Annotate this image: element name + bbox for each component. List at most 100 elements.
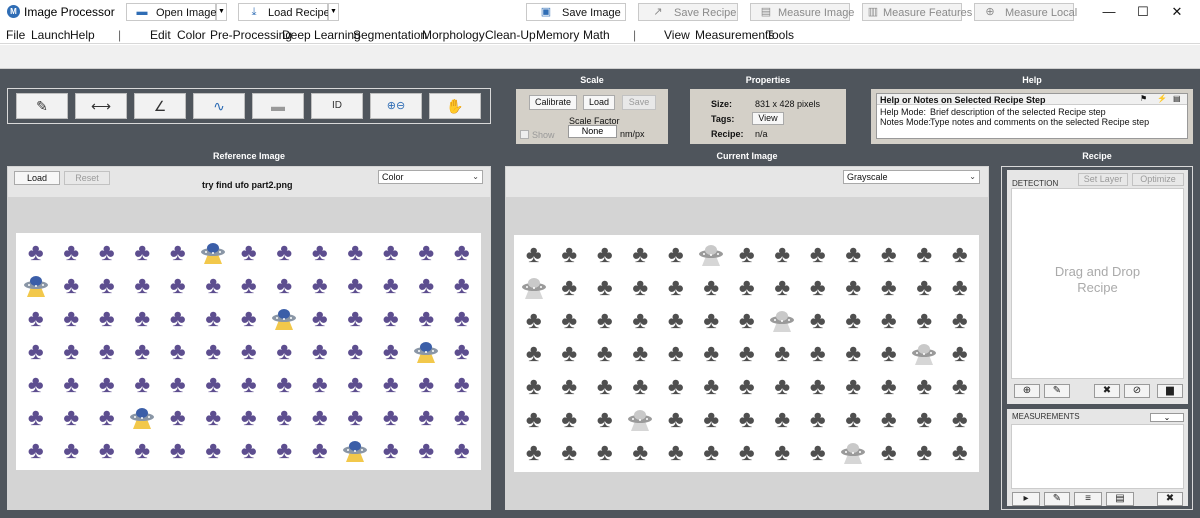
reference-image-canvas[interactable]: ♣ ♣ ♣ ♣ ♣ ♣ ♣ ♣ ♣ ♣ ♣ ♣ ♣ ♣ ♣ ♣ ♣ ♣ ♣ ♣ ♣ ♣ ♣ ♣ ♣ ♣ ♣ ♣ ♣ ♣ ♣ ♣ ♣ ♣ ♣ ♣ ♣ ♣ ♣ ♣… — [16, 233, 481, 470]
reference-color-value: Color — [382, 172, 404, 182]
club-icon: ♣ — [738, 438, 755, 466]
menu-file[interactable]: File — [6, 28, 25, 42]
ufo-icon — [409, 335, 445, 368]
club-icon: ♣ — [667, 240, 684, 268]
reference-reset-button[interactable]: Reset — [64, 171, 110, 185]
club-icon: ♣ — [382, 304, 399, 332]
angle-tool[interactable]: ∠ — [134, 93, 186, 119]
export-icon: ↗ — [653, 6, 663, 18]
current-mode-select[interactable]: Grayscale ⌄ — [843, 170, 980, 184]
menu-edit[interactable]: Edit — [150, 28, 171, 42]
menu-launch[interactable]: Launch — [31, 28, 70, 42]
club-icon: ♣ — [311, 271, 328, 299]
club-icon: ♣ — [703, 372, 720, 400]
club-icon: ♣ — [845, 405, 862, 433]
measurements-list[interactable] — [1011, 424, 1184, 489]
tags-view-button[interactable]: View — [752, 112, 784, 125]
club-icon: ♣ — [951, 339, 968, 367]
scale-load-button[interactable]: Load — [583, 95, 615, 110]
measure-image-button[interactable]: ▤ Measure Image — [750, 3, 854, 21]
save-recipe-button[interactable]: ↗ Save Recipe — [638, 3, 738, 21]
profile-tool[interactable]: ∿ — [193, 93, 245, 119]
scale-save-button[interactable]: Save — [622, 95, 656, 110]
optimize-button[interactable]: Optimize — [1132, 173, 1184, 186]
trash-button[interactable]: ▆ — [1157, 384, 1183, 398]
club-icon: ♣ — [561, 405, 578, 433]
club-icon: ♣ — [347, 271, 364, 299]
zoom-tool[interactable]: ⊕⊖ — [370, 93, 422, 119]
measurements-dropdown[interactable]: ⌄ — [1150, 413, 1184, 422]
menu-view[interactable]: View — [664, 28, 690, 42]
club-icon: ♣ — [418, 271, 435, 299]
help-title: Help or Notes on Selected Recipe Step — [880, 95, 1046, 105]
load-recipe-dropdown[interactable]: ▼ — [328, 3, 339, 21]
menu-math[interactable]: Math — [583, 28, 610, 42]
menu-morphology[interactable]: Morphology — [422, 28, 485, 42]
pan-tool[interactable]: ✋ — [429, 93, 481, 119]
menu-segmentation[interactable]: Segmentation — [353, 28, 427, 42]
delete-step-button[interactable]: ✖ — [1094, 384, 1120, 398]
properties-header: Properties — [745, 75, 791, 85]
club-icon: ♣ — [276, 271, 293, 299]
table-button[interactable]: ▤ — [1106, 492, 1134, 506]
club-icon: ♣ — [169, 403, 186, 431]
club-icon: ♣ — [382, 238, 399, 266]
menu-memory[interactable]: Memory — [536, 28, 579, 42]
current-image-canvas[interactable]: ♣ ♣ ♣ ♣ ♣ ♣ ♣ ♣ ♣ ♣ ♣ ♣ ♣ ♣ ♣ ♣ ♣ ♣ ♣ ♣ ♣ ♣ ♣ ♣ ♣ ♣ ♣ ♣ ♣ ♣ ♣ ♣ ♣ ♣ ♣ ♣ ♣ ♣ ♣ ♣… — [514, 235, 979, 472]
menu-pre-processing[interactable]: Pre-Processing — [210, 28, 292, 42]
menu-clean-up[interactable]: Clean-Up — [485, 28, 536, 42]
drop-placeholder: Drag and Drop Recipe — [1011, 264, 1184, 296]
menu-color[interactable]: Color — [177, 28, 206, 42]
list-button[interactable]: ≡ — [1074, 492, 1102, 506]
club-icon: ♣ — [453, 370, 470, 398]
club-icon: ♣ — [667, 273, 684, 301]
disable-icon: ⊘ — [1132, 385, 1142, 396]
help-header: Help — [1022, 75, 1042, 85]
club-icon: ♣ — [169, 238, 186, 266]
run-button[interactable]: ▸ — [1012, 492, 1040, 506]
lightning-icon[interactable]: ⚡ — [1157, 94, 1167, 103]
menu-help[interactable]: Help — [70, 28, 95, 42]
menu-measurements[interactable]: Measurements — [695, 28, 774, 42]
club-icon: ♣ — [596, 372, 613, 400]
close-icon[interactable]: ✕ — [1154, 0, 1200, 24]
club-icon: ♣ — [845, 273, 862, 301]
scale-factor-input[interactable]: None — [568, 125, 617, 138]
club-icon: ♣ — [738, 273, 755, 301]
ufo-icon — [516, 271, 552, 304]
edit-measurement-button[interactable]: ✎ — [1044, 492, 1070, 506]
club-icon: ♣ — [240, 403, 257, 431]
chevron-down-icon: ⌄ — [969, 172, 976, 181]
flag-icon[interactable]: ⚑ — [1140, 94, 1147, 103]
notes-icon[interactable]: ▤ — [1173, 94, 1181, 103]
club-icon: ♣ — [525, 240, 542, 268]
current-image-header: Current Image — [716, 151, 778, 161]
calibrate-button[interactable]: Calibrate — [529, 95, 577, 110]
set-layer-button[interactable]: Set Layer — [1078, 173, 1128, 186]
edit-step-button[interactable]: ✎ — [1044, 384, 1070, 398]
ruler-tool[interactable]: ▬ — [252, 93, 304, 119]
menu-tools[interactable]: Tools — [766, 28, 794, 42]
id-tool[interactable]: ID — [311, 93, 363, 119]
distance-tool[interactable]: ⟷ — [75, 93, 127, 119]
clear-measurements-button[interactable]: ✖ — [1157, 492, 1183, 506]
club-icon: ♣ — [596, 339, 613, 367]
club-icon: ♣ — [134, 337, 151, 365]
disable-step-button[interactable]: ⊘ — [1124, 384, 1150, 398]
reference-color-select[interactable]: Color ⌄ — [378, 170, 483, 184]
eyedropper-tool[interactable]: ✎ — [16, 93, 68, 119]
id-icon: ID — [332, 100, 342, 111]
open-image-button[interactable]: ▬ Open Image — [126, 3, 217, 21]
show-checkbox[interactable] — [520, 130, 529, 139]
reference-load-button[interactable]: Load — [14, 171, 60, 185]
load-recipe-button[interactable]: ⤓ Load Recipe — [238, 3, 330, 21]
menu-deep-learning[interactable]: Deep Learning — [282, 28, 361, 42]
open-image-dropdown[interactable]: ▼ — [216, 3, 227, 21]
measure-local-button[interactable]: ⊕ Measure Local — [974, 3, 1077, 21]
add-step-button[interactable]: ⊕ — [1014, 384, 1040, 398]
current-image-grid: ♣ ♣ ♣ ♣ ♣ ♣ ♣ ♣ ♣ ♣ ♣ ♣ ♣ ♣ ♣ ♣ ♣ ♣ ♣ ♣ ♣ ♣ ♣ ♣ ♣ ♣ ♣ ♣ ♣ ♣ ♣ ♣ ♣ ♣ ♣ ♣ ♣ ♣ ♣ ♣… — [514, 235, 979, 469]
save-image-button[interactable]: ▣ Save Image — [526, 3, 626, 21]
club-icon: ♣ — [240, 271, 257, 299]
measure-features-button[interactable]: ▥ Measure Features — [862, 3, 972, 21]
club-icon: ♣ — [27, 304, 44, 332]
